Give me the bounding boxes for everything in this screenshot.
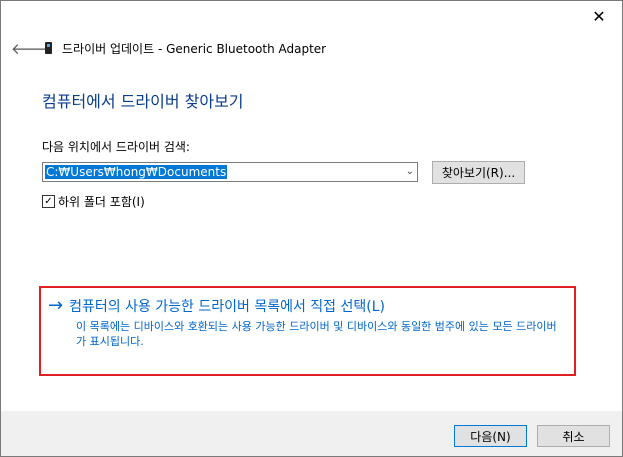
dialog-header: 🡐 드라이버 업데이트 - Generic Bluetooth Adapter — [11, 38, 326, 58]
include-subfolders-label[interactable]: 하위 폴더 포함(I) — [58, 193, 145, 210]
pick-from-list-title[interactable]: 컴퓨터의 사용 가능한 드라이버 목록에서 직접 선택(L) — [69, 296, 385, 316]
close-icon: ✕ — [592, 6, 606, 26]
cancel-button[interactable]: 취소 — [537, 425, 610, 447]
include-subfolders-checkbox[interactable]: ✓ — [42, 195, 55, 208]
driver-path-combobox[interactable]: C:₩Users₩hong₩Documents ⌄ — [42, 162, 418, 182]
browse-button[interactable]: 찾아보기(R)... — [432, 161, 525, 184]
pick-from-list-description: 이 목록에는 디바이스와 호환되는 사용 가능한 드라이버 및 디바이스와 동일… — [76, 320, 557, 348]
pick-from-list-link[interactable]: → 컴퓨터의 사용 가능한 드라이버 목록에서 직접 선택(L) — [48, 296, 385, 316]
chevron-down-icon[interactable]: ⌄ — [406, 166, 414, 177]
dialog-title: 드라이버 업데이트 - Generic Bluetooth Adapter — [62, 41, 327, 56]
next-button[interactable]: 다음(N) — [454, 425, 527, 447]
driver-path-value[interactable]: C:₩Users₩hong₩Documents — [45, 165, 228, 179]
include-subfolders-option[interactable]: ✓ 하위 폴더 포함(I) — [42, 193, 145, 210]
back-arrow-icon[interactable]: 🡐 — [11, 39, 51, 58]
bluetooth-device-icon — [45, 42, 52, 54]
location-label: 다음 위치에서 드라이버 검색: — [42, 140, 190, 154]
close-button[interactable]: ✕ — [576, 1, 622, 31]
update-driver-dialog: ✕ 🡐 드라이버 업데이트 - Generic Bluetooth Adapte… — [0, 0, 623, 457]
right-arrow-icon[interactable]: → — [48, 297, 63, 315]
page-title: 컴퓨터에서 드라이버 찾아보기 — [42, 92, 244, 111]
dialog-footer: 다음(N) 취소 — [1, 411, 622, 456]
